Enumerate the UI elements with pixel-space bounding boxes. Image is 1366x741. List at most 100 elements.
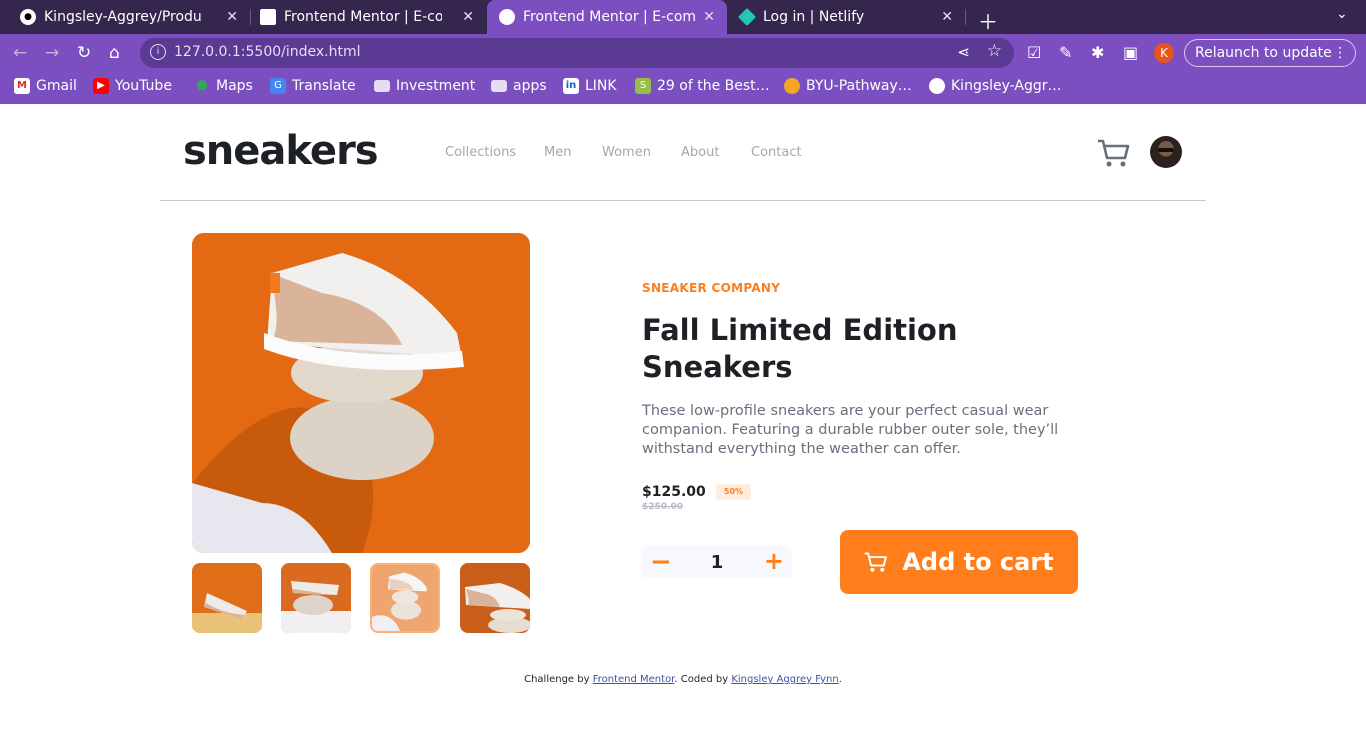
bookmark-byu[interactable]: BYU-Pathway… xyxy=(784,78,912,94)
maps-pin-icon: ⬤ xyxy=(196,80,208,91)
menu-dots-icon: ⋮ xyxy=(1333,45,1347,61)
folder-icon xyxy=(491,80,507,92)
bookmark-label: Translate xyxy=(292,78,356,94)
bookmark-gmail[interactable]: M Gmail xyxy=(14,78,77,94)
forward-arrow-icon[interactable]: → xyxy=(45,43,59,63)
byu-pathway-icon xyxy=(784,78,800,94)
bookmark-best[interactable]: S 29 of the Best… xyxy=(635,78,770,94)
bookmark-label: apps xyxy=(513,78,547,94)
thumbnail-image xyxy=(281,563,351,633)
close-icon[interactable]: ✕ xyxy=(941,9,953,25)
site-info-icon[interactable]: i xyxy=(150,44,166,60)
thumbnail-1[interactable] xyxy=(192,563,262,633)
company-label: SNEAKER COMPANY xyxy=(642,281,781,295)
current-price: $125.00 xyxy=(642,484,706,500)
folder-icon xyxy=(374,80,390,92)
close-icon[interactable]: ✕ xyxy=(703,9,715,25)
avatar-glasses xyxy=(1158,148,1174,152)
site-logo[interactable]: sneakers xyxy=(183,128,379,174)
reload-icon[interactable]: ↻ xyxy=(77,43,91,63)
add-to-cart-label: Add to cart xyxy=(902,548,1054,576)
bookmark-label: 29 of the Best… xyxy=(657,78,770,94)
nav-collections[interactable]: Collections xyxy=(445,145,516,160)
sneaker-on-stones-image xyxy=(192,233,530,553)
tab-title: Log in | Netlify xyxy=(763,9,865,25)
page-icon xyxy=(499,9,515,25)
tab-frontend-mentor[interactable]: Frontend Mentor | E-comm ✕ xyxy=(250,0,486,34)
close-icon[interactable]: ✕ xyxy=(462,9,474,25)
tab-netlify[interactable]: Log in | Netlify ✕ xyxy=(727,0,965,34)
bookmark-github[interactable]: Kingsley-Aggr… xyxy=(929,78,1062,94)
bookmark-youtube[interactable]: ▶ YouTube xyxy=(93,78,172,94)
bookmark-label: Kingsley-Aggr… xyxy=(951,78,1062,94)
original-price: $250.00 xyxy=(642,502,683,512)
share-icon[interactable]: ⋖ xyxy=(957,43,970,61)
plus-icon[interactable]: + xyxy=(764,547,784,575)
product-main-image[interactable] xyxy=(192,233,530,553)
thumbnail-image xyxy=(372,565,438,631)
github-icon: ● xyxy=(20,9,36,25)
discount-badge: 50% xyxy=(716,484,751,500)
header-divider xyxy=(160,200,1206,201)
bookmark-label: Maps xyxy=(216,78,253,94)
tab-title: Kingsley-Aggrey/Product_ xyxy=(44,9,202,25)
thumbnail-4[interactable] xyxy=(460,563,530,633)
attribution: Challenge by Frontend Mentor. Coded by K… xyxy=(0,674,1366,685)
shopify-icon: S xyxy=(635,78,651,94)
product-description: These low-profile sneakers are your perf… xyxy=(642,403,1059,457)
linkedin-icon: in xyxy=(563,78,579,94)
side-panel-icon[interactable]: ▣ xyxy=(1123,43,1138,62)
gmail-icon: M xyxy=(14,78,30,94)
tab-github[interactable]: ● Kingsley-Aggrey/Product_ ✕ xyxy=(0,0,250,34)
bookmark-label: YouTube xyxy=(115,78,172,94)
extensions-puzzle-icon[interactable]: ✱ xyxy=(1091,43,1104,62)
browser-toolbar: ← → ↻ ⌂ i 127.0.0.1:5500/index.html ⋖ ☆ … xyxy=(0,34,1366,72)
quantity-stepper: − 1 + xyxy=(642,546,792,578)
home-icon[interactable]: ⌂ xyxy=(109,43,120,63)
bookmark-apps[interactable]: apps xyxy=(491,78,547,94)
bookmark-translate[interactable]: G Translate xyxy=(270,78,356,94)
github-icon xyxy=(929,78,945,94)
cart-icon xyxy=(865,552,888,572)
tab-title: Frontend Mentor | E-comm xyxy=(523,9,695,25)
attribution-prefix: Challenge by xyxy=(524,674,593,685)
back-arrow-icon[interactable]: ← xyxy=(13,43,27,63)
nav-contact[interactable]: Contact xyxy=(751,145,802,160)
nav-men[interactable]: Men xyxy=(544,145,571,160)
bookmark-label: Investment xyxy=(396,78,476,94)
url-text[interactable]: 127.0.0.1:5500/index.html xyxy=(174,44,361,60)
eyedropper-icon[interactable]: ✎ xyxy=(1059,43,1072,62)
attribution-suffix: . xyxy=(838,674,842,685)
frontend-mentor-link[interactable]: Frontend Mentor xyxy=(593,674,675,685)
bookmark-label: LINK xyxy=(585,78,617,94)
bookmark-label: Gmail xyxy=(36,78,77,94)
bookmark-investment[interactable]: Investment xyxy=(374,78,475,94)
user-avatar[interactable] xyxy=(1150,136,1182,168)
thumbnail-image xyxy=(192,563,262,633)
tab-search-chevron-icon[interactable]: ⌄ xyxy=(1336,6,1348,22)
relaunch-button[interactable]: Relaunch to update ⋮ xyxy=(1184,39,1356,67)
address-bar[interactable]: i 127.0.0.1:5500/index.html ⋖ ☆ xyxy=(140,38,1014,68)
profile-avatar[interactable]: K xyxy=(1154,43,1174,63)
bookmark-link[interactable]: in LINK xyxy=(563,78,617,94)
tab-separator xyxy=(965,9,966,25)
thumbnail-3-selected[interactable] xyxy=(370,563,440,633)
close-icon[interactable]: ✕ xyxy=(226,9,238,25)
add-to-cart-button[interactable]: Add to cart xyxy=(840,530,1078,594)
thumbnail-2[interactable] xyxy=(281,563,351,633)
nav-about[interactable]: About xyxy=(681,145,719,160)
nav-women[interactable]: Women xyxy=(602,145,651,160)
tab-title: Frontend Mentor | E-comm xyxy=(284,9,442,25)
youtube-icon: ▶ xyxy=(93,78,109,94)
new-tab-plus-icon[interactable]: ＋ xyxy=(978,6,998,35)
bookmarks-bar: M Gmail ▶ YouTube ⬤ Maps G Translate Inv… xyxy=(0,72,1366,104)
bookmark-maps[interactable]: ⬤ Maps xyxy=(194,78,253,94)
relaunch-label: Relaunch to update xyxy=(1195,45,1332,61)
tab-frontend-mentor-active[interactable]: Frontend Mentor | E-comm ✕ xyxy=(487,0,727,34)
cart-icon[interactable] xyxy=(1097,138,1131,168)
author-link[interactable]: Kingsley Aggrey Fynn xyxy=(731,674,838,685)
extension-task-icon[interactable]: ☑ xyxy=(1027,43,1041,62)
thumbnail-image xyxy=(460,563,530,633)
bookmark-star-icon[interactable]: ☆ xyxy=(987,41,1002,61)
browser-tab-strip: ● Kingsley-Aggrey/Product_ ✕ Frontend Me… xyxy=(0,0,1366,34)
